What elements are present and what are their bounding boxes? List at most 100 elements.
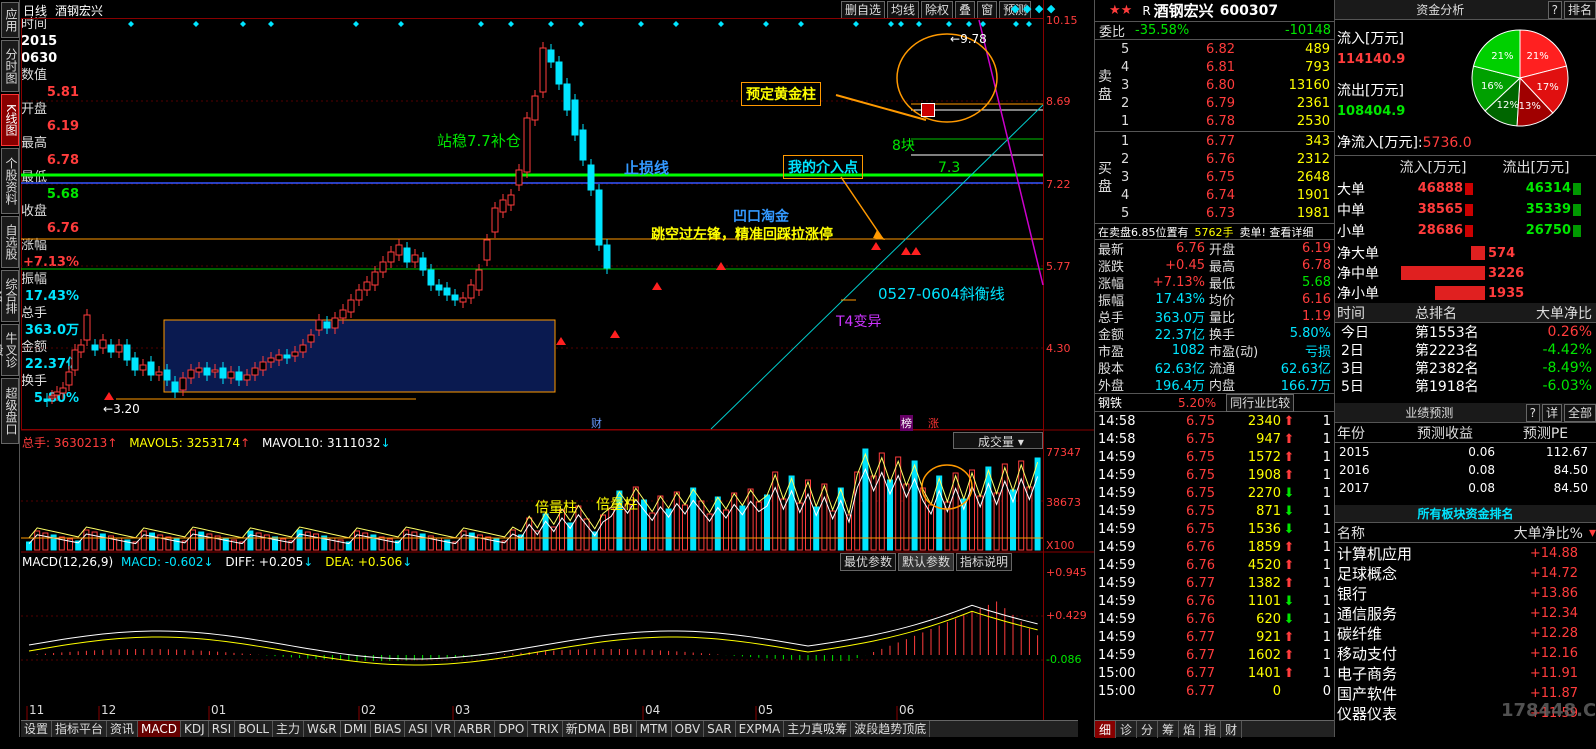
indicator-tab[interactable]: 主力 xyxy=(273,721,305,737)
best-params-button[interactable]: 最优参数 xyxy=(840,553,897,571)
indicator-tab[interactable]: DMI xyxy=(341,721,371,737)
indicator-tab[interactable]: 指标平台 xyxy=(52,721,108,737)
tick-row: 14:59 6.75 1908 ⬆ 1 xyxy=(1098,467,1331,483)
tick-row: 14:58 6.75 947 ⬆ 1 xyxy=(1098,431,1331,447)
outflow-bar xyxy=(1573,224,1581,237)
big-order-alert[interactable]: 在卖盘6.85位置有 5762手 卖单! 查看详细 xyxy=(1095,224,1334,240)
sells-level[interactable]: 1 6.78 2530 xyxy=(1115,112,1333,130)
event-diamond-icon xyxy=(548,21,554,27)
annotation-double-vol-1: 倍量柱 xyxy=(535,500,577,516)
sector-rank-row[interactable]: 电子商务 +11.91 xyxy=(1335,663,1596,683)
sector-rank-row[interactable]: 足球概念 +14.72 xyxy=(1335,563,1596,583)
vtab-1[interactable]: 分时图 xyxy=(1,40,19,92)
buy-arrow-icon xyxy=(911,247,921,255)
up-arrow-icon: ⬆ xyxy=(1283,557,1295,573)
inflow-value: 114140.9 xyxy=(1337,52,1406,67)
flow-rank-button[interactable]: 排名 xyxy=(1563,0,1596,19)
rank-row: 2日 第2223名 -4.42% xyxy=(1341,342,1592,359)
forecast-all-button[interactable]: 全部 xyxy=(1563,403,1596,422)
flow-help-button[interactable]: ? xyxy=(1547,0,1562,19)
candle-body xyxy=(307,334,315,343)
indicator-tab[interactable]: KDJ xyxy=(181,721,209,737)
indicator-tab[interactable]: MACD xyxy=(138,721,182,737)
tick-tab[interactable]: 细 xyxy=(1095,721,1117,738)
volume-bar xyxy=(821,483,828,551)
tick-row: 15:00 6.77 0 0 xyxy=(1098,683,1331,699)
buys-level[interactable]: 3 6.75 2648 xyxy=(1115,168,1333,186)
forecast-row: 2017 0.08 84.50 xyxy=(1339,481,1588,495)
annotation-seven: 7.3 xyxy=(938,160,961,176)
stat-row: 外盘 196.4万 内盘 166.7万 xyxy=(1098,379,1331,394)
sector-rank-row[interactable]: 计算机应用 +14.88 xyxy=(1335,543,1596,563)
candle-body xyxy=(323,321,331,329)
indicator-tab[interactable]: 新DMA xyxy=(563,721,610,737)
buys-level[interactable]: 1 6.77 343 xyxy=(1115,132,1333,150)
indicator-tab[interactable]: MTM xyxy=(637,721,672,737)
indicator-tab[interactable]: RSI xyxy=(209,721,236,737)
tick-tab[interactable]: 分 xyxy=(1137,721,1159,738)
sector-rank-row[interactable]: 碳纤维 +12.28 xyxy=(1335,623,1596,643)
annotation-entry-point: 我的介入点 xyxy=(783,155,863,179)
indicator-tab[interactable]: ASI xyxy=(405,721,432,737)
sells-level[interactable]: 2 6.79 2361 xyxy=(1115,94,1333,112)
forecast-detail-button[interactable]: 详 xyxy=(1541,403,1562,422)
indicator-tab[interactable]: BBI xyxy=(610,721,637,737)
tick-tab[interactable]: 财 xyxy=(1221,721,1243,738)
event-bang[interactable]: 榜 xyxy=(900,415,913,431)
vtab-7[interactable]: 超级盘口 xyxy=(1,378,19,444)
vtab-6[interactable]: 牛叉诊股 xyxy=(0,324,19,376)
vtab-2[interactable]: K线图 xyxy=(1,94,19,146)
buys-level[interactable]: 2 6.76 2312 xyxy=(1115,150,1333,168)
indicator-tab[interactable]: 设置 xyxy=(21,721,53,737)
month-label: 04 xyxy=(645,703,661,717)
forecast-help-button[interactable]: ? xyxy=(1525,403,1540,422)
indicator-tab[interactable]: BOLL xyxy=(235,721,274,737)
vtab-0[interactable]: 应用 xyxy=(1,2,19,38)
favorite-stars-icon[interactable]: ★★ xyxy=(1109,3,1132,18)
sector-rank-row[interactable]: 通信服务 +12.34 xyxy=(1335,603,1596,623)
vtab-5[interactable]: 综合排名 xyxy=(0,270,19,322)
indicator-tab[interactable]: W&R xyxy=(304,721,341,737)
indicator-help-button[interactable]: 指标说明 xyxy=(956,553,1013,571)
indicator-tab[interactable]: 主力真吸筹 xyxy=(784,721,852,737)
indicator-tab[interactable]: 资讯 xyxy=(107,721,139,737)
buys-level[interactable]: 5 6.73 1981 xyxy=(1115,204,1333,222)
sector-rank-row[interactable]: 移动支付 +12.16 xyxy=(1335,643,1596,663)
indicator-tab[interactable]: DPO xyxy=(495,721,529,737)
event-zhang[interactable]: 涨 xyxy=(928,415,939,431)
tick-tab[interactable]: 诊 xyxy=(1116,721,1138,738)
candle-body xyxy=(195,367,203,373)
tick-row: 14:59 6.75 871 ⬇ 1 xyxy=(1098,503,1331,519)
indicator-tab[interactable]: VR xyxy=(432,721,456,737)
tick-tab[interactable]: 筹 xyxy=(1158,721,1180,738)
volume-bar xyxy=(354,530,360,551)
macd-header: MACD(12,26,9) MACD: -0.602↓ DIFF: +0.205… xyxy=(22,555,413,569)
indicator-tab[interactable]: SAR xyxy=(704,721,736,737)
event-cai[interactable]: 财 xyxy=(591,415,602,431)
vtab-4[interactable]: 自选股 xyxy=(1,216,19,268)
indicator-tab[interactable]: 波段趋势顶底 xyxy=(851,721,931,737)
macd-scale-1: +0.945 xyxy=(1046,566,1087,579)
sells-level[interactable]: 5 6.82 489 xyxy=(1115,40,1333,58)
tick-tab[interactable]: 指 xyxy=(1200,721,1222,738)
up-arrow-icon: ⬆ xyxy=(1283,449,1295,465)
sector-rank-row[interactable]: 银行 +13.86 xyxy=(1335,583,1596,603)
sell-book: 卖盘 5 6.82 489 4 6.81 793 3 6.80 13160 2 6.79 2361 1 6… xyxy=(1095,40,1334,132)
indicator-tab[interactable]: TRIX xyxy=(528,721,563,737)
indicator-tab[interactable]: ARBR xyxy=(455,721,496,737)
tick-tab[interactable]: 焰 xyxy=(1179,721,1201,738)
compare-button[interactable]: 同行业比较 xyxy=(1226,393,1295,412)
default-params-button[interactable]: 默认参数 xyxy=(898,553,955,571)
candle-body xyxy=(283,354,291,359)
indicator-tab[interactable]: BIAS xyxy=(371,721,406,737)
candle-body xyxy=(251,367,259,376)
indicator-tab[interactable]: EXPMA xyxy=(736,721,785,737)
buys-level[interactable]: 4 6.74 1901 xyxy=(1115,186,1333,204)
up-arrow-icon: ⬆ xyxy=(1283,575,1295,591)
sells-level[interactable]: 3 6.80 13160 xyxy=(1115,76,1333,94)
indicator-tab[interactable]: OBV xyxy=(672,721,705,737)
volume-indicator-select[interactable]: 成交量 ▾ xyxy=(953,432,1043,449)
tick-row: 14:59 6.76 4520 ⬆ 1 xyxy=(1098,557,1331,573)
vtab-3[interactable]: 个股资料 xyxy=(1,148,19,214)
sells-level[interactable]: 4 6.81 793 xyxy=(1115,58,1333,76)
